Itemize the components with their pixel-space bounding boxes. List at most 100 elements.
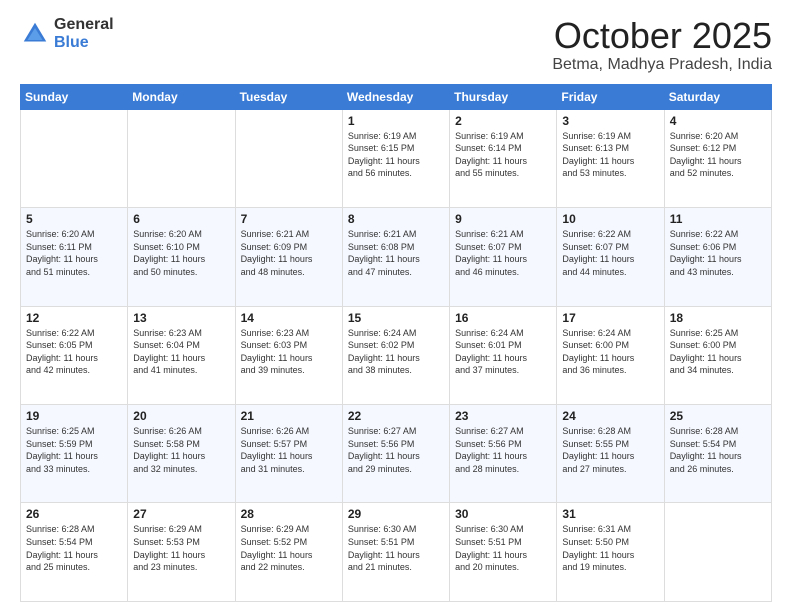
calendar-cell: 16 Sunrise: 6:24 AM Sunset: 6:01 PM Dayli… — [450, 306, 557, 404]
day-info: Sunrise: 6:23 AM Sunset: 6:03 PM Dayligh… — [241, 327, 337, 377]
day-info: Sunrise: 6:25 AM Sunset: 5:59 PM Dayligh… — [26, 425, 122, 475]
logo: General Blue — [20, 16, 114, 51]
calendar-cell: 20 Sunrise: 6:26 AM Sunset: 5:58 PM Dayli… — [128, 405, 235, 503]
calendar-cell: 31 Sunrise: 6:31 AM Sunset: 5:50 PM Dayli… — [557, 503, 664, 602]
day-number: 8 — [348, 212, 444, 226]
page: General Blue October 2025 Betma, Madhya … — [0, 0, 792, 612]
month-title: October 2025 — [552, 16, 772, 56]
day-info: Sunrise: 6:26 AM Sunset: 5:57 PM Dayligh… — [241, 425, 337, 475]
day-info: Sunrise: 6:19 AM Sunset: 6:13 PM Dayligh… — [562, 130, 658, 180]
day-info: Sunrise: 6:31 AM Sunset: 5:50 PM Dayligh… — [562, 523, 658, 573]
day-info: Sunrise: 6:28 AM Sunset: 5:54 PM Dayligh… — [26, 523, 122, 573]
logo-blue-text: Blue — [54, 34, 114, 52]
calendar-cell: 12Sunrise: 6:22 AM Sunset: 6:05 PM Dayli… — [21, 306, 128, 404]
day-number: 25 — [670, 409, 766, 423]
day-number: 21 — [241, 409, 337, 423]
day-info: Sunrise: 6:24 AM Sunset: 6:02 PM Dayligh… — [348, 327, 444, 377]
day-info: Sunrise: 6:22 AM Sunset: 6:06 PM Dayligh… — [670, 228, 766, 278]
weekday-header-cell: Thursday — [450, 84, 557, 109]
calendar-cell: 8 Sunrise: 6:21 AM Sunset: 6:08 PM Daylig… — [342, 208, 449, 306]
day-info: Sunrise: 6:20 AM Sunset: 6:11 PM Dayligh… — [26, 228, 122, 278]
day-number: 19 — [26, 409, 122, 423]
calendar-cell: 3Sunrise: 6:19 AM Sunset: 6:13 PM Daylig… — [557, 109, 664, 207]
day-info: Sunrise: 6:22 AM Sunset: 6:05 PM Dayligh… — [26, 327, 122, 377]
day-info: Sunrise: 6:30 AM Sunset: 5:51 PM Dayligh… — [455, 523, 551, 573]
calendar-cell — [128, 109, 235, 207]
day-number: 1 — [348, 114, 444, 128]
calendar-week-row: 1 Sunrise: 6:19 AM Sunset: 6:15 PM Daylig… — [21, 109, 772, 207]
day-number: 17 — [562, 311, 658, 325]
calendar-cell: 26 Sunrise: 6:28 AM Sunset: 5:54 PM Dayli… — [21, 503, 128, 602]
calendar-cell: 6 Sunrise: 6:20 AM Sunset: 6:10 PM Daylig… — [128, 208, 235, 306]
calendar-cell: 7 Sunrise: 6:21 AM Sunset: 6:09 PM Daylig… — [235, 208, 342, 306]
calendar-table: SundayMondayTuesdayWednesdayThursdayFrid… — [20, 84, 772, 602]
day-number: 13 — [133, 311, 229, 325]
title-block: October 2025 Betma, Madhya Pradesh, Indi… — [552, 16, 772, 74]
day-number: 15 — [348, 311, 444, 325]
calendar-cell: 30 Sunrise: 6:30 AM Sunset: 5:51 PM Dayli… — [450, 503, 557, 602]
day-info: Sunrise: 6:21 AM Sunset: 6:09 PM Dayligh… — [241, 228, 337, 278]
weekday-header-cell: Tuesday — [235, 84, 342, 109]
weekday-header-cell: Wednesday — [342, 84, 449, 109]
day-number: 6 — [133, 212, 229, 226]
calendar-cell: 14Sunrise: 6:23 AM Sunset: 6:03 PM Dayli… — [235, 306, 342, 404]
day-number: 26 — [26, 507, 122, 521]
calendar-cell: 18 Sunrise: 6:25 AM Sunset: 6:00 PM Dayli… — [664, 306, 771, 404]
day-number: 31 — [562, 507, 658, 521]
calendar-cell: 2Sunrise: 6:19 AM Sunset: 6:14 PM Daylig… — [450, 109, 557, 207]
calendar-cell: 10 Sunrise: 6:22 AM Sunset: 6:07 PM Dayli… — [557, 208, 664, 306]
calendar-cell: 24Sunrise: 6:28 AM Sunset: 5:55 PM Dayli… — [557, 405, 664, 503]
day-info: Sunrise: 6:26 AM Sunset: 5:58 PM Dayligh… — [133, 425, 229, 475]
day-info: Sunrise: 6:19 AM Sunset: 6:15 PM Dayligh… — [348, 130, 444, 180]
location-title: Betma, Madhya Pradesh, India — [552, 56, 772, 74]
day-info: Sunrise: 6:28 AM Sunset: 5:54 PM Dayligh… — [670, 425, 766, 475]
calendar-cell: 22 Sunrise: 6:27 AM Sunset: 5:56 PM Dayli… — [342, 405, 449, 503]
day-info: Sunrise: 6:20 AM Sunset: 6:10 PM Dayligh… — [133, 228, 229, 278]
calendar-week-row: 12Sunrise: 6:22 AM Sunset: 6:05 PM Dayli… — [21, 306, 772, 404]
logo-general-text: General — [54, 16, 114, 34]
day-info: Sunrise: 6:29 AM Sunset: 5:52 PM Dayligh… — [241, 523, 337, 573]
day-info: Sunrise: 6:20 AM Sunset: 6:12 PM Dayligh… — [670, 130, 766, 180]
calendar-week-row: 5 Sunrise: 6:20 AM Sunset: 6:11 PM Daylig… — [21, 208, 772, 306]
weekday-header-cell: Monday — [128, 84, 235, 109]
day-info: Sunrise: 6:27 AM Sunset: 5:56 PM Dayligh… — [348, 425, 444, 475]
day-number: 16 — [455, 311, 551, 325]
day-number: 11 — [670, 212, 766, 226]
day-number: 5 — [26, 212, 122, 226]
calendar-body: 1 Sunrise: 6:19 AM Sunset: 6:15 PM Daylig… — [21, 109, 772, 601]
calendar-cell: 5 Sunrise: 6:20 AM Sunset: 6:11 PM Daylig… — [21, 208, 128, 306]
day-info: Sunrise: 6:22 AM Sunset: 6:07 PM Dayligh… — [562, 228, 658, 278]
weekday-header-cell: Sunday — [21, 84, 128, 109]
calendar-week-row: 19 Sunrise: 6:25 AM Sunset: 5:59 PM Dayli… — [21, 405, 772, 503]
day-info: Sunrise: 6:24 AM Sunset: 6:00 PM Dayligh… — [562, 327, 658, 377]
day-number: 20 — [133, 409, 229, 423]
calendar-cell — [21, 109, 128, 207]
day-info: Sunrise: 6:28 AM Sunset: 5:55 PM Dayligh… — [562, 425, 658, 475]
logo-text: General Blue — [54, 16, 114, 51]
calendar-week-row: 26 Sunrise: 6:28 AM Sunset: 5:54 PM Dayli… — [21, 503, 772, 602]
day-info: Sunrise: 6:25 AM Sunset: 6:00 PM Dayligh… — [670, 327, 766, 377]
calendar-cell — [235, 109, 342, 207]
day-number: 28 — [241, 507, 337, 521]
calendar-cell — [664, 503, 771, 602]
weekday-header-cell: Friday — [557, 84, 664, 109]
calendar-cell: 4 Sunrise: 6:20 AM Sunset: 6:12 PM Daylig… — [664, 109, 771, 207]
calendar-cell: 17 Sunrise: 6:24 AM Sunset: 6:00 PM Dayli… — [557, 306, 664, 404]
day-number: 30 — [455, 507, 551, 521]
calendar-cell: 1 Sunrise: 6:19 AM Sunset: 6:15 PM Daylig… — [342, 109, 449, 207]
day-number: 23 — [455, 409, 551, 423]
day-number: 7 — [241, 212, 337, 226]
day-number: 10 — [562, 212, 658, 226]
calendar-cell: 11 Sunrise: 6:22 AM Sunset: 6:06 PM Dayli… — [664, 208, 771, 306]
day-info: Sunrise: 6:24 AM Sunset: 6:01 PM Dayligh… — [455, 327, 551, 377]
calendar-cell: 13Sunrise: 6:23 AM Sunset: 6:04 PM Dayli… — [128, 306, 235, 404]
day-info: Sunrise: 6:30 AM Sunset: 5:51 PM Dayligh… — [348, 523, 444, 573]
calendar-cell: 25 Sunrise: 6:28 AM Sunset: 5:54 PM Dayli… — [664, 405, 771, 503]
day-info: Sunrise: 6:27 AM Sunset: 5:56 PM Dayligh… — [455, 425, 551, 475]
day-number: 22 — [348, 409, 444, 423]
day-number: 18 — [670, 311, 766, 325]
day-number: 4 — [670, 114, 766, 128]
calendar-cell: 15 Sunrise: 6:24 AM Sunset: 6:02 PM Dayli… — [342, 306, 449, 404]
day-info: Sunrise: 6:21 AM Sunset: 6:08 PM Dayligh… — [348, 228, 444, 278]
calendar-cell: 29Sunrise: 6:30 AM Sunset: 5:51 PM Dayli… — [342, 503, 449, 602]
